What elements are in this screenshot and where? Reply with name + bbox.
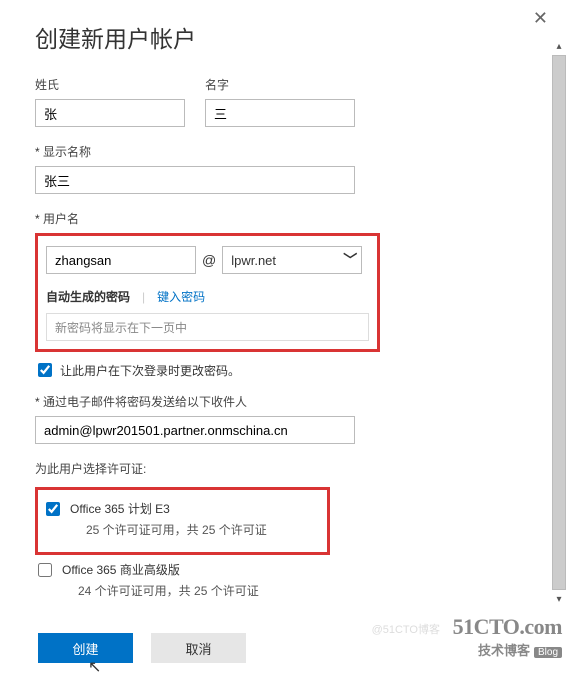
license-business-title: Office 365 商业高级版 xyxy=(62,561,259,578)
at-symbol: @ xyxy=(202,252,216,268)
scrollbar[interactable] xyxy=(552,55,566,590)
create-button[interactable]: 创建 xyxy=(38,633,133,663)
force-change-checkbox[interactable] xyxy=(38,363,52,377)
cancel-button[interactable]: 取消 xyxy=(151,633,246,663)
displayname-input[interactable] xyxy=(35,166,355,194)
email-recipient-label: 通过电子邮件将密码发送给以下收件人 xyxy=(35,393,540,410)
username-highlight: @ lpwr.net ﹀ 自动生成的密码 | 键入密码 新密码将显示在下一页中 xyxy=(35,233,380,352)
scroll-down-icon[interactable]: ▾ xyxy=(552,593,566,607)
license-e3-title: Office 365 计划 E3 xyxy=(70,500,267,517)
separator: | xyxy=(142,290,145,304)
firstname-input[interactable] xyxy=(205,99,355,127)
license-e3-checkbox[interactable] xyxy=(46,502,60,516)
licenses-label: 为此用户选择许可证: xyxy=(35,460,540,477)
password-note: 新密码将显示在下一页中 xyxy=(46,313,369,341)
firstname-label: 名字 xyxy=(205,76,355,93)
chevron-down-icon: ﹀ xyxy=(343,250,357,270)
dialog-title: 创建新用户帐户 xyxy=(35,20,540,54)
lastname-input[interactable] xyxy=(35,99,185,127)
password-auto-label: 自动生成的密码 xyxy=(46,288,130,305)
license-e3-sub: 25 个许可证可用，共 25 个许可证 xyxy=(70,521,267,538)
license-highlight: Office 365 计划 E3 25 个许可证可用，共 25 个许可证 xyxy=(35,487,330,555)
username-label: 用户名 xyxy=(35,210,540,227)
force-change-label: 让此用户在下次登录时更改密码。 xyxy=(60,362,240,379)
domain-value: lpwr.net xyxy=(231,253,276,268)
password-manual-link[interactable]: 键入密码 xyxy=(157,288,205,305)
license-business-sub: 24 个许可证可用，共 25 个许可证 xyxy=(62,582,259,599)
domain-select[interactable]: lpwr.net ﹀ xyxy=(222,246,362,274)
displayname-label: 显示名称 xyxy=(35,143,540,160)
lastname-label: 姓氏 xyxy=(35,76,185,93)
scroll-up-icon[interactable]: ▴ xyxy=(552,40,566,54)
email-recipient-input[interactable] xyxy=(35,416,355,444)
close-icon[interactable]: ✕ xyxy=(533,8,548,29)
username-input[interactable] xyxy=(46,246,196,274)
license-business-checkbox[interactable] xyxy=(38,563,52,577)
attribution-text: @51CTO博客 xyxy=(372,621,440,637)
